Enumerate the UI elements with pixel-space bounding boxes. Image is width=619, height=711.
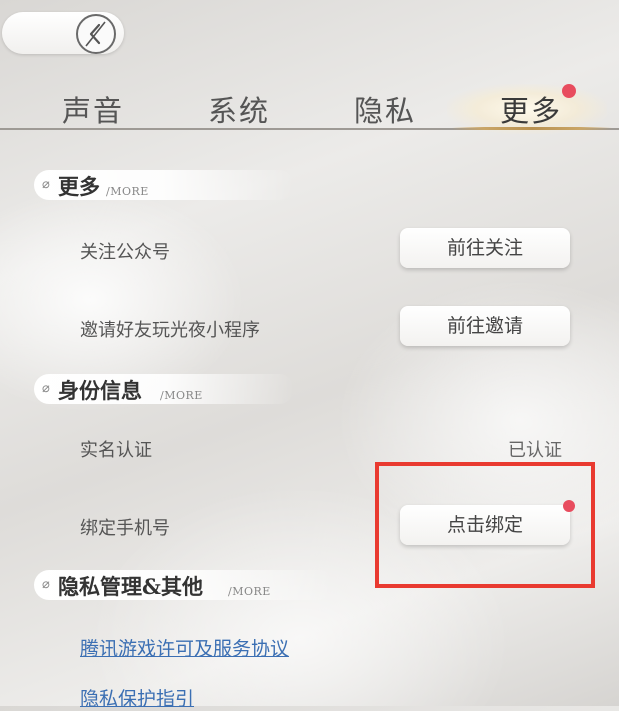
tab-notification-dot — [562, 84, 576, 98]
back-button[interactable] — [76, 14, 116, 54]
invite-friends-label: 邀请好友玩光夜小程序 — [80, 320, 260, 341]
section-identity-subtitle: /MORE — [160, 389, 203, 402]
privacy-guide-link[interactable]: 隐私保护指引 — [80, 684, 194, 711]
highlight-box — [375, 462, 595, 588]
tab-privacy[interactable]: 隐私 — [354, 88, 416, 130]
feather-icon: ⌀ — [42, 577, 50, 592]
tab-active-underline — [452, 127, 612, 130]
follow-button[interactable]: 前往关注 — [400, 228, 570, 268]
section-identity-title: 身份信息 — [58, 378, 142, 403]
invite-button[interactable]: 前往邀请 — [400, 306, 570, 346]
section-privacy-title: 隐私管理&其他 — [58, 574, 203, 599]
tab-sound[interactable]: 声音 — [62, 88, 124, 130]
feather-icon: ⌀ — [42, 381, 50, 396]
real-name-status: 已认证 — [508, 440, 562, 461]
section-privacy-subtitle: /MORE — [228, 585, 271, 598]
tab-system[interactable]: 系统 — [208, 88, 270, 130]
tab-more[interactable]: 更多 — [500, 88, 562, 130]
feather-icon: ⌀ — [42, 177, 50, 192]
section-more-subtitle: /MORE — [106, 185, 149, 198]
bind-phone-label: 绑定手机号 — [80, 518, 170, 539]
back-arrow-icon — [85, 21, 106, 47]
section-more-title: 更多 — [58, 174, 100, 199]
real-name-label: 实名认证 — [80, 440, 152, 461]
license-agreement-link[interactable]: 腾讯游戏许可及服务协议 — [80, 634, 289, 661]
follow-account-label: 关注公众号 — [80, 242, 170, 263]
